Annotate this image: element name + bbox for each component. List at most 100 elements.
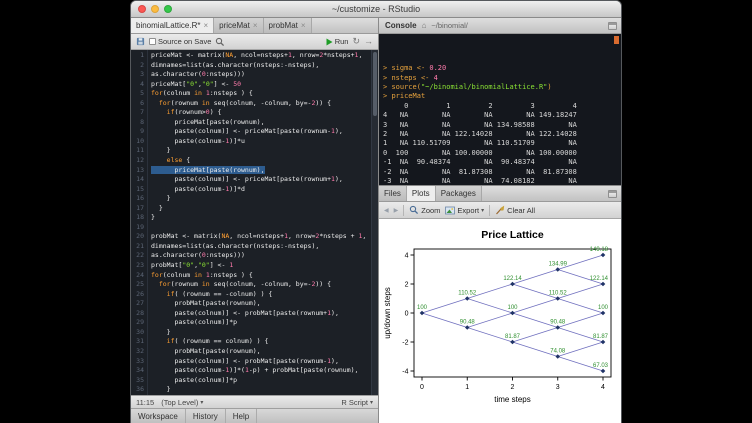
code-line[interactable]: paste(colnum)]*p <box>151 318 378 328</box>
working-directory: ~/binomial/ <box>431 21 467 30</box>
save-button[interactable] <box>136 37 145 46</box>
code-line[interactable]: else { <box>151 156 378 166</box>
code-line[interactable]: } <box>151 204 378 214</box>
code-line[interactable]: for(rownum in seq(colnum, -colnum, by=-2… <box>151 280 378 290</box>
close-tab-icon[interactable]: × <box>301 22 306 30</box>
code-line[interactable]: dimnames=list(as.character(nsteps:-nstep… <box>151 242 378 252</box>
run-button[interactable]: Run <box>326 37 349 46</box>
code-line[interactable]: paste(colnum)] <- priceMat[paste(rownum+… <box>151 175 378 185</box>
code-line[interactable]: priceMat[paste(rownum), <box>151 118 378 128</box>
workspace-tab-3[interactable]: Packages <box>436 186 482 201</box>
code-line[interactable]: } <box>151 146 378 156</box>
code-line[interactable]: for(rownum in seq(colnum, -colnum, by=-2… <box>151 99 378 109</box>
run-icon <box>326 38 333 46</box>
broom-icon <box>495 205 505 215</box>
code-line[interactable]: } <box>151 328 378 338</box>
code-line[interactable]: priceMat <- matrix(NA, ncol=nsteps+1, nr… <box>151 51 378 61</box>
close-tab-icon[interactable]: × <box>253 22 258 30</box>
svg-text:4: 4 <box>601 384 605 391</box>
code-line[interactable]: priceMat["0","0"] <- 50 <box>151 80 378 90</box>
line-number: 29 <box>131 318 144 328</box>
svg-text:2: 2 <box>405 281 409 288</box>
code-line[interactable]: if( (rownum == -colnum) ) { <box>151 290 378 300</box>
scope-indicator[interactable]: (Top Level) ▾ <box>161 398 203 407</box>
code-line[interactable]: for(colnum in 1:nsteps ) { <box>151 271 378 281</box>
zoom-window-button[interactable] <box>164 5 172 13</box>
editor-tab-3[interactable]: probMat× <box>264 18 312 33</box>
line-number: 32 <box>131 347 144 357</box>
code-line[interactable]: dimnames=list(as.character(nsteps:-nstep… <box>151 61 378 71</box>
editor-scrollbar-thumb[interactable] <box>373 52 377 116</box>
source-on-save-toggle[interactable]: Source on Save <box>149 37 211 46</box>
export-button[interactable]: Export ▾ <box>445 206 484 215</box>
code-line[interactable]: } <box>151 213 378 223</box>
svg-text:100: 100 <box>417 305 428 311</box>
editor-tab-2[interactable]: priceMat× <box>214 18 263 33</box>
bottom-tab-workspace[interactable]: Workspace <box>131 409 186 423</box>
code-line[interactable]: paste(colnum)] <- probMat[paste(rownum-1… <box>151 357 378 367</box>
code-line[interactable]: paste(colnum-1)]*d <box>151 185 378 195</box>
zoom-icon <box>409 205 419 215</box>
code-line[interactable]: if(rownum>0) { <box>151 108 378 118</box>
save-icon <box>136 37 145 46</box>
code-line[interactable]: probMat["0","0"] <- 1 <box>151 261 378 271</box>
close-window-button[interactable] <box>138 5 146 13</box>
svg-text:134.99: 134.99 <box>549 261 568 267</box>
code-line[interactable]: probMat[paste(rownum), <box>151 299 378 309</box>
line-number: 13 <box>131 166 144 176</box>
code-line[interactable]: paste(colnum)] <- priceMat[paste(rownum-… <box>151 127 378 137</box>
editor-scrollbar[interactable] <box>371 50 378 395</box>
clear-all-button[interactable]: Clear All <box>495 205 535 215</box>
minimize-window-button[interactable] <box>151 5 159 13</box>
filetype-label: R Script <box>341 398 368 407</box>
maximize-console-icon[interactable] <box>608 22 617 30</box>
svg-text:0: 0 <box>420 384 424 391</box>
code-line[interactable]: priceMat[paste(rownum), <box>151 166 378 176</box>
code-line[interactable]: } <box>151 385 378 395</box>
code-line[interactable]: if( (rownum == colnum) ) { <box>151 337 378 347</box>
code-line[interactable]: probMat <- matrix(NA, ncol=nsteps+1, nro… <box>151 232 378 242</box>
editor-toolbar: Source on Save Run ↻ → <box>131 34 378 50</box>
zoom-button[interactable]: Zoom <box>409 205 440 215</box>
code-line[interactable]: as.character(0:nsteps))) <box>151 70 378 80</box>
rerun-icon[interactable]: ↻ <box>352 37 360 46</box>
workspace-tab-2[interactable]: Plots <box>407 186 436 201</box>
console-output[interactable]: > sigma <- 0.20> nsteps <- 4> source("~/… <box>379 34 621 186</box>
plot-area[interactable]: 01234-4-2024Price Latticetime stepsup/do… <box>379 219 621 423</box>
bottom-tab-help[interactable]: Help <box>226 409 257 423</box>
code-line[interactable]: paste(colnum)] <- probMat[paste(rownum+1… <box>151 309 378 319</box>
source-icon[interactable]: → <box>364 37 373 46</box>
line-number: 2 <box>131 61 144 71</box>
find-icon[interactable] <box>215 37 225 47</box>
source-on-save-label: Source on Save <box>158 37 211 46</box>
maximize-plots-icon[interactable] <box>608 190 617 198</box>
filetype-selector[interactable]: R Script ▾ <box>341 398 373 407</box>
svg-text:81.87: 81.87 <box>593 334 609 340</box>
code-line[interactable]: paste(colnum-1)]*(1-p) + probMat[paste(r… <box>151 366 378 376</box>
code-line[interactable]: for(colnum in 1:nsteps ) { <box>151 89 378 99</box>
code-line[interactable]: as.character(0:nsteps))) <box>151 251 378 261</box>
svg-text:67.03: 67.03 <box>593 363 609 369</box>
code-line[interactable]: paste(colnum)]*p <box>151 376 378 386</box>
close-tab-icon[interactable]: × <box>203 22 208 30</box>
code-line[interactable]: } <box>151 194 378 204</box>
editor-tab-1[interactable]: binomialLattice.R*× <box>131 18 214 33</box>
tab-console[interactable]: Console <box>385 21 417 30</box>
code-editor[interactable]: 1234567891011121314151617181920212223242… <box>131 50 378 395</box>
console-line: 4 NA NA NA NA 149.18247 <box>383 111 617 120</box>
bottom-tab-history[interactable]: History <box>186 409 226 423</box>
previous-plot-icon[interactable]: ◀ <box>384 207 389 214</box>
code-line[interactable]: probMat[paste(rownum), <box>151 347 378 357</box>
code-lines[interactable]: priceMat <- matrix(NA, ncol=nsteps+1, nr… <box>148 50 378 395</box>
editor-tabbar: binomialLattice.R*×priceMat×probMat× <box>131 18 378 34</box>
next-plot-icon[interactable]: ▶ <box>394 207 399 214</box>
tab-label: Packages <box>441 189 476 198</box>
line-number: 35 <box>131 376 144 386</box>
svg-text:0: 0 <box>405 310 409 317</box>
code-line[interactable] <box>151 223 378 233</box>
export-icon <box>445 206 455 215</box>
workspace-tab-1[interactable]: Files <box>379 186 407 201</box>
titlebar[interactable]: ~/customize - RStudio <box>131 1 621 18</box>
source-on-save-checkbox[interactable] <box>149 38 156 45</box>
code-line[interactable]: paste(colnum-1)]*u <box>151 137 378 147</box>
